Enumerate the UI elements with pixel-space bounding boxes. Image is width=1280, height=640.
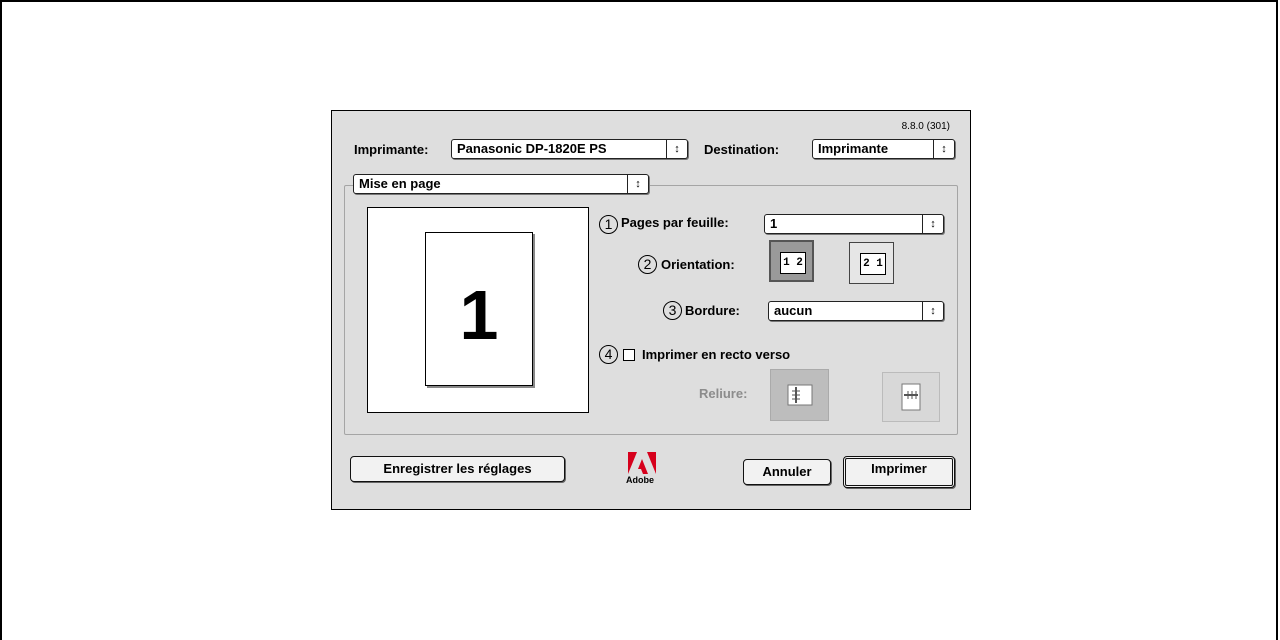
orientation-lr-icon: 1 2 [780,252,806,274]
panel-popup[interactable]: Mise en page ↕ [353,174,649,194]
binding-label: Reliure: [699,386,748,401]
marker-2: 2 [638,255,657,274]
binding-top-icon [901,383,921,411]
destination-label: Destination: [704,142,780,157]
popup-arrows-icon: ↕ [922,215,943,233]
marker-4: 4 [599,345,618,364]
layout-preview: 1 [367,207,589,413]
version-label: 8.8.0 (301) [901,121,950,132]
orientation-right-to-left-button[interactable]: 2 1 [849,242,894,284]
popup-arrows-icon: ↕ [666,140,687,158]
printer-label: Imprimante: [354,142,429,157]
binding-side-icon [787,384,813,406]
orientation-rl-icon: 2 1 [860,253,886,275]
border-popup[interactable]: aucun ↕ [768,301,944,321]
pages-per-sheet-label: Pages par feuille: [621,215,729,230]
printer-popup[interactable]: Panasonic DP-1820E PS ↕ [451,139,688,159]
printer-value: Panasonic DP-1820E PS [457,141,607,156]
preview-page-number: 1 [459,276,499,354]
destination-popup[interactable]: Imprimante ↕ [812,139,955,159]
duplex-checkbox[interactable] [623,349,635,361]
binding-top-button[interactable] [882,372,940,422]
orientation-left-to-right-button[interactable]: 1 2 [769,240,814,282]
marker-1: 1 [599,215,618,234]
binding-side-button[interactable] [770,369,829,421]
border-label: Bordure: [685,303,740,318]
popup-arrows-icon: ↕ [627,175,648,193]
adobe-logo-text: Adobe [626,475,654,485]
print-button[interactable]: Imprimer [843,456,955,488]
pages-per-sheet-popup[interactable]: 1 ↕ [764,214,944,234]
adobe-logo-icon [628,452,656,474]
marker-3: 3 [663,301,682,320]
orientation-label: Orientation: [661,257,735,272]
cancel-button[interactable]: Annuler [743,459,831,485]
pages-per-sheet-value: 1 [770,216,778,231]
preview-page: 1 [425,232,533,386]
adobe-logo: Adobe [626,452,666,492]
panel-value: Mise en page [359,176,441,191]
border-value: aucun [774,303,813,318]
save-settings-button[interactable]: Enregistrer les réglages [350,456,565,482]
popup-arrows-icon: ↕ [922,302,943,320]
destination-value: Imprimante [818,141,889,156]
popup-arrows-icon: ↕ [933,140,954,158]
print-dialog: 8.8.0 (301) Imprimante: Panasonic DP-182… [331,110,971,510]
duplex-label: Imprimer en recto verso [642,347,791,362]
